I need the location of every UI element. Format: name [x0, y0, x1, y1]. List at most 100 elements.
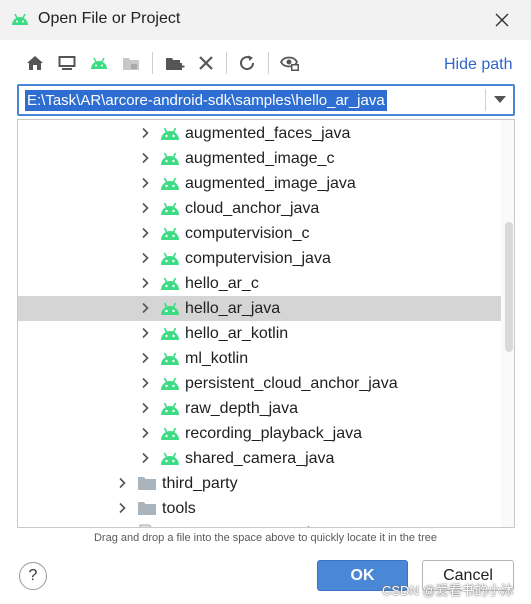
help-button[interactable]: ?: [19, 562, 47, 590]
desktop-button[interactable]: [54, 50, 80, 76]
tree-item-label: shared_camera_java: [185, 450, 335, 467]
android-icon: [161, 402, 179, 415]
android-icon: [161, 252, 179, 265]
android-icon: [161, 452, 179, 465]
path-input-value[interactable]: E:\Task\AR\arcore-android-sdk\samples\he…: [25, 90, 387, 111]
tree-item-label: third_party: [162, 475, 238, 492]
android-icon: [161, 302, 179, 315]
tree-item-label: augmented_image_java: [185, 175, 356, 192]
chevron-right-icon[interactable]: [139, 127, 151, 139]
file-tree[interactable]: CONTRIBUTING.md tools third_party shared_ca…: [17, 119, 515, 528]
chevron-right-icon[interactable]: [139, 402, 151, 414]
title-bar: Open File or Project: [0, 0, 531, 40]
chevron-right-icon[interactable]: [139, 427, 151, 439]
toolbar-separator: [152, 52, 153, 74]
android-icon: [161, 177, 179, 190]
module-icon: [123, 58, 139, 70]
chevron-right-icon[interactable]: [139, 202, 151, 214]
tree-item[interactable]: computervision_java: [18, 246, 502, 271]
android-icon: [161, 152, 179, 165]
delete-button[interactable]: [193, 50, 219, 76]
android-icon: [161, 327, 179, 340]
tree-item-label: hello_ar_java: [185, 300, 281, 317]
android-icon: [161, 202, 179, 215]
scrollbar-thumb[interactable]: [505, 222, 513, 352]
toolbar-separator: [268, 52, 269, 74]
chevron-down-icon: [494, 96, 506, 103]
tree-item[interactable]: cloud_anchor_java: [18, 196, 502, 221]
home-icon: [27, 56, 43, 70]
toolbar: Hide path: [0, 46, 531, 82]
chevron-right-icon[interactable]: [116, 502, 128, 514]
chevron-right-icon[interactable]: [139, 152, 151, 164]
android-project-button[interactable]: [86, 50, 112, 76]
tree-item-label: recording_playback_java: [185, 425, 362, 442]
show-hidden-icon: [280, 56, 299, 71]
tree-item[interactable]: tools: [18, 496, 502, 521]
tree-item[interactable]: augmented_faces_java: [18, 121, 502, 146]
android-studio-icon: [12, 13, 28, 25]
show-hidden-button[interactable]: [277, 50, 303, 76]
tree-item-label: CONTRIBUTING.md: [162, 524, 310, 527]
tree-item[interactable]: augmented_image_java: [18, 171, 502, 196]
tree-item-label: cloud_anchor_java: [185, 200, 320, 217]
home-button[interactable]: [22, 50, 48, 76]
folder-icon: [138, 502, 156, 515]
path-divider: [485, 89, 486, 111]
chevron-right-icon[interactable]: [139, 452, 151, 464]
module-button[interactable]: [118, 50, 144, 76]
path-field[interactable]: E:\Task\AR\arcore-android-sdk\samples\he…: [17, 84, 515, 116]
android-icon: [161, 277, 179, 290]
tree-item[interactable]: shared_camera_java: [18, 446, 502, 471]
desktop-icon: [58, 56, 76, 70]
tree-item-label: computervision_java: [185, 250, 331, 267]
chevron-right-icon[interactable]: [139, 302, 151, 314]
chevron-right-icon[interactable]: [139, 352, 151, 364]
tree-item[interactable]: raw_depth_java: [18, 396, 502, 421]
chevron-right-icon[interactable]: [139, 252, 151, 264]
file-icon: [139, 524, 152, 527]
android-icon: [161, 127, 179, 140]
tree-item-label: computervision_c: [185, 225, 310, 242]
refresh-icon: [240, 55, 255, 71]
refresh-button[interactable]: [234, 50, 260, 76]
chevron-right-icon[interactable]: [139, 327, 151, 339]
tree-item-label: persistent_cloud_anchor_java: [185, 375, 398, 392]
toolbar-separator: [226, 52, 227, 74]
tree-item[interactable]: CONTRIBUTING.md: [18, 521, 502, 527]
tree-item-label: augmented_image_c: [185, 150, 335, 167]
chevron-right-icon[interactable]: [116, 477, 128, 489]
tree-item[interactable]: ml_kotlin: [18, 346, 502, 371]
tree-item[interactable]: augmented_image_c: [18, 146, 502, 171]
android-icon: [161, 427, 179, 440]
tree-item-label: hello_ar_c: [185, 275, 259, 292]
tree-item[interactable]: hello_ar_java: [18, 296, 502, 321]
tree-item[interactable]: computervision_c: [18, 221, 502, 246]
close-button[interactable]: [488, 6, 516, 34]
tree-item-label: augmented_faces_java: [185, 125, 351, 142]
android-icon: [161, 227, 179, 240]
android-icon: [161, 352, 179, 365]
new-folder-icon: [166, 58, 185, 70]
close-icon: [495, 13, 509, 27]
tree-item-label: hello_ar_kotlin: [185, 325, 289, 342]
path-history-dropdown[interactable]: [487, 86, 513, 114]
watermark: CSDN @爱看书的小沐: [382, 583, 514, 598]
chevron-right-icon[interactable]: [139, 227, 151, 239]
tree-item[interactable]: persistent_cloud_anchor_java: [18, 371, 502, 396]
hide-path-link[interactable]: Hide path: [444, 56, 513, 74]
chevron-right-icon[interactable]: [139, 277, 151, 289]
new-folder-button[interactable]: [162, 50, 188, 76]
tree-item[interactable]: hello_ar_c: [18, 271, 502, 296]
folder-icon: [138, 477, 156, 490]
tree-item-label: raw_depth_java: [185, 400, 298, 417]
tree-item[interactable]: hello_ar_kotlin: [18, 321, 502, 346]
tree-item[interactable]: third_party: [18, 471, 502, 496]
window-title: Open File or Project: [38, 10, 181, 27]
delete-icon: [199, 56, 213, 70]
android-project-icon: [91, 57, 107, 69]
tree-item[interactable]: recording_playback_java: [18, 421, 502, 446]
tree-item-label: ml_kotlin: [185, 350, 249, 367]
chevron-right-icon[interactable]: [139, 377, 151, 389]
chevron-right-icon[interactable]: [139, 177, 151, 189]
